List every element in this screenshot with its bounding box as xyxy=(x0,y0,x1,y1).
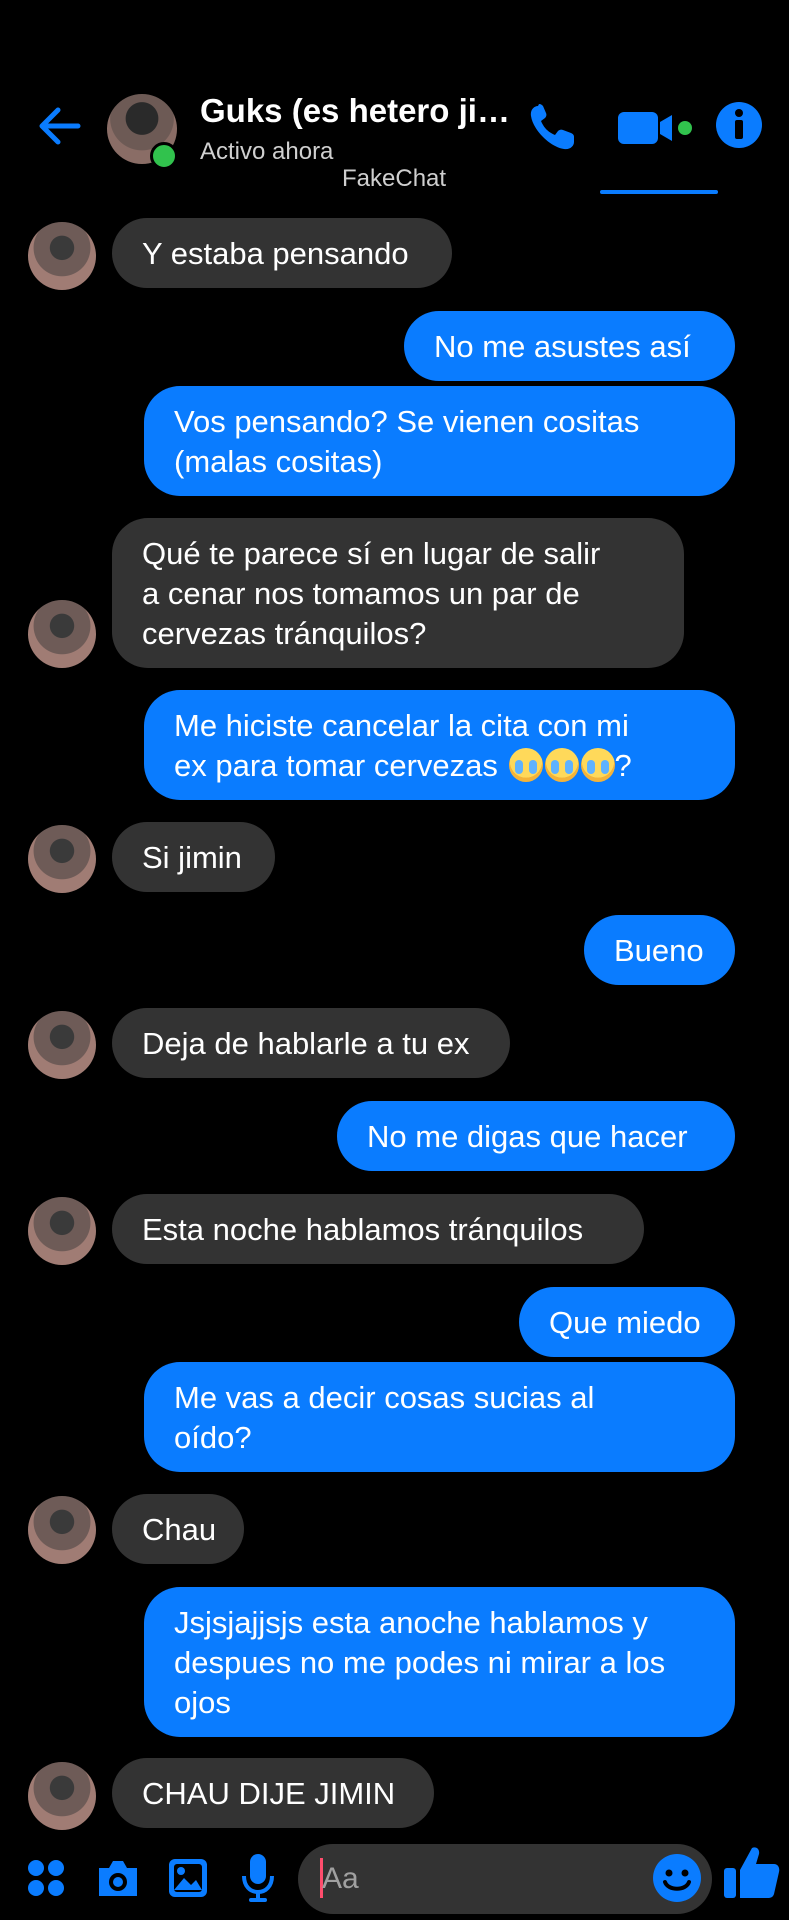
contact-avatar-small xyxy=(28,600,96,668)
contact-name[interactable]: Guks (es hetero jim… xyxy=(200,92,520,130)
emoji-icon[interactable] xyxy=(651,1852,703,1904)
message-sent[interactable]: Me vas a decir cosas sucias al oído? xyxy=(144,1362,735,1472)
message-received[interactable]: Si jimin xyxy=(112,822,275,892)
contact-avatar-small xyxy=(28,825,96,893)
video-call-icon[interactable] xyxy=(616,106,696,150)
crying-emoji-icon xyxy=(508,748,543,782)
contact-avatar-small xyxy=(28,222,96,290)
message-text: No me asustes así xyxy=(434,329,691,364)
message-received[interactable]: Qué te parece sí en lugar de salir a cen… xyxy=(112,518,684,668)
message-text: Que miedo xyxy=(549,1305,701,1340)
message-text: Chau xyxy=(142,1512,217,1547)
message-line: Vos pensando? Se vienen cositas xyxy=(174,404,640,439)
message-sent[interactable]: Me hiciste cancelar la cita con mi ex pa… xyxy=(144,690,735,800)
message-text: Esta noche hablamos tránquilos xyxy=(142,1212,584,1247)
gallery-icon[interactable] xyxy=(166,1856,210,1900)
chat-header: Guks (es hetero jim… Activo ahora FakeCh… xyxy=(0,0,789,195)
message-received[interactable]: Y estaba pensando xyxy=(112,218,452,288)
contact-avatar-small xyxy=(28,1762,96,1830)
message-received[interactable]: CHAU DIJE JIMIN xyxy=(112,1758,434,1828)
message-text: Y estaba pensando xyxy=(142,236,409,271)
watermark: FakeChat xyxy=(342,165,447,192)
message-trailing: ? xyxy=(614,748,632,783)
contact-status: Activo ahora xyxy=(200,138,334,165)
message-sent[interactable]: No me digas que hacer xyxy=(337,1101,735,1171)
message-line: (malas cositas) xyxy=(174,444,383,479)
message-received[interactable]: Deja de hablarle a tu ex xyxy=(112,1008,510,1078)
message-received[interactable]: Esta noche hablamos tránquilos xyxy=(112,1194,644,1264)
message-line: Qué te parece sí en lugar de salir xyxy=(142,536,601,571)
thumbs-up-icon[interactable] xyxy=(722,1842,782,1902)
contact-avatar-small xyxy=(28,1011,96,1079)
message-line: oído? xyxy=(174,1420,252,1455)
message-line: Jsjsjajjsjs esta anoche hablamos y xyxy=(174,1605,648,1640)
contact-avatar-small xyxy=(28,1496,96,1564)
message-text: CHAU DIJE JIMIN xyxy=(142,1776,396,1811)
phone-icon[interactable] xyxy=(524,100,580,156)
message-line-text: ex para tomar cervezas xyxy=(174,748,498,783)
chat-screen: Guks (es hetero jim… Activo ahora FakeCh… xyxy=(0,0,789,1920)
message-text: Deja de hablarle a tu ex xyxy=(142,1026,470,1061)
message-line: despues no me podes ni mirar a los xyxy=(174,1645,666,1680)
apps-icon[interactable] xyxy=(26,1858,66,1898)
message-sent[interactable]: Bueno xyxy=(584,915,735,985)
message-text: Bueno xyxy=(614,933,704,968)
message-line: ex para tomar cervezas ? xyxy=(174,746,705,786)
message-sent[interactable]: No me asustes así xyxy=(404,311,735,381)
scroll-indicator xyxy=(600,190,718,194)
message-input-placeholder: Aa xyxy=(322,1862,359,1895)
message-sent[interactable]: Vos pensando? Se vienen cositas (malas c… xyxy=(144,386,735,496)
message-line: a cenar nos tomamos un par de xyxy=(142,576,580,611)
message-line: Me hiciste cancelar la cita con mi xyxy=(174,708,629,743)
back-arrow-icon[interactable] xyxy=(34,100,86,152)
crying-emoji-icon xyxy=(580,748,615,782)
message-text: No me digas que hacer xyxy=(367,1119,688,1154)
message-input[interactable] xyxy=(298,1844,712,1914)
message-received[interactable]: Chau xyxy=(112,1494,244,1564)
message-line: cervezas tránquilos? xyxy=(142,616,427,651)
info-icon[interactable] xyxy=(714,100,764,150)
message-line: Me vas a decir cosas sucias al xyxy=(174,1380,595,1415)
online-indicator xyxy=(150,142,178,170)
crying-emoji-icon xyxy=(544,748,579,782)
message-sent[interactable]: Que miedo xyxy=(519,1287,735,1357)
message-line: ojos xyxy=(174,1685,231,1720)
message-sent[interactable]: Jsjsjajjsjs esta anoche hablamos y despu… xyxy=(144,1587,735,1737)
microphone-icon[interactable] xyxy=(240,1852,276,1904)
contact-avatar-small xyxy=(28,1197,96,1265)
camera-icon[interactable] xyxy=(95,1856,141,1900)
message-text: Si jimin xyxy=(142,840,242,875)
